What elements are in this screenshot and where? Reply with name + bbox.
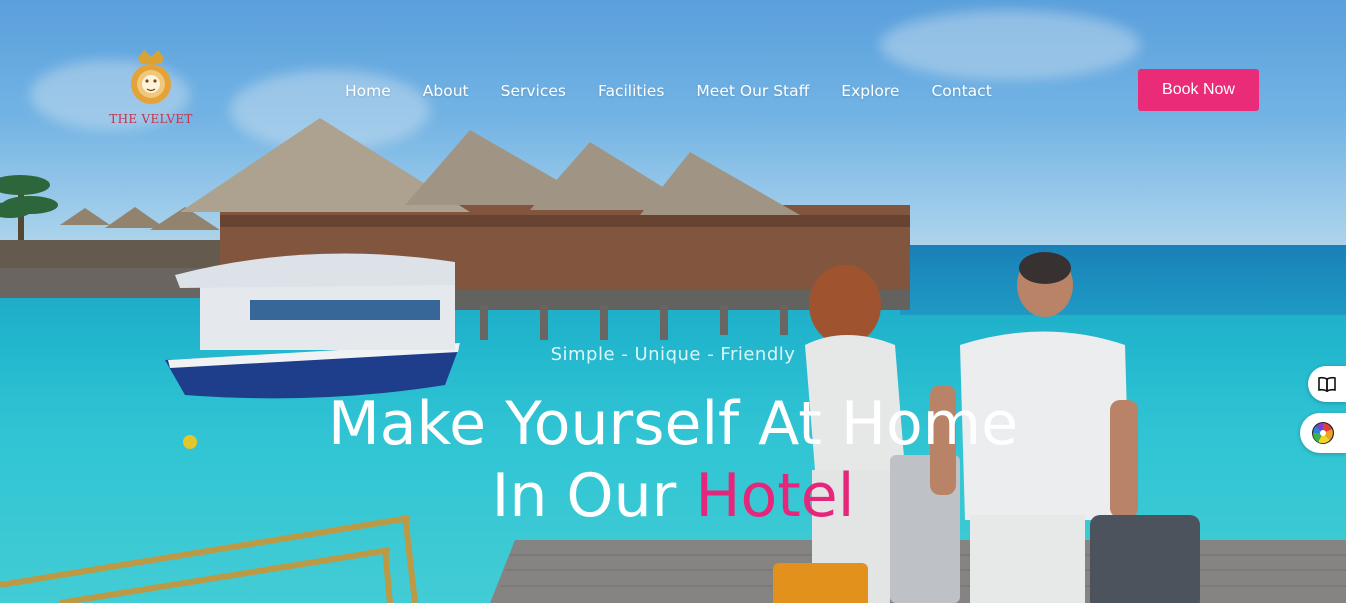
- nav-meet-our-staff[interactable]: Meet Our Staff: [696, 82, 809, 100]
- guide-widget-button[interactable]: [1308, 366, 1346, 402]
- book-now-button[interactable]: Book Now: [1138, 69, 1259, 111]
- hero-heading: Make Yourself At Home In Our Hotel: [0, 388, 1346, 532]
- nav-about[interactable]: About: [423, 82, 469, 100]
- book-open-icon: [1318, 376, 1336, 392]
- hero-tagline: Simple - Unique - Friendly: [550, 344, 796, 365]
- theme-color-widget-button[interactable]: [1300, 413, 1346, 453]
- color-wheel-icon: [1312, 422, 1334, 444]
- nav-facilities[interactable]: Facilities: [598, 82, 664, 100]
- nav-services[interactable]: Services: [501, 82, 566, 100]
- hero-heading-line1: Make Yourself At Home: [327, 389, 1019, 459]
- brand-name: THE VELVET: [109, 112, 193, 126]
- hero-heading-line2-prefix: In Our: [491, 461, 696, 531]
- main-navigation: Home About Services Facilities Meet Our …: [329, 78, 1008, 104]
- nav-contact[interactable]: Contact: [931, 82, 991, 100]
- nav-home[interactable]: Home: [345, 82, 391, 100]
- lion-crest-icon: [131, 50, 171, 104]
- brand-logo[interactable]: THE VELVET: [109, 50, 193, 130]
- hero-heading-accent: Hotel: [695, 461, 855, 531]
- nav-explore[interactable]: Explore: [841, 82, 899, 100]
